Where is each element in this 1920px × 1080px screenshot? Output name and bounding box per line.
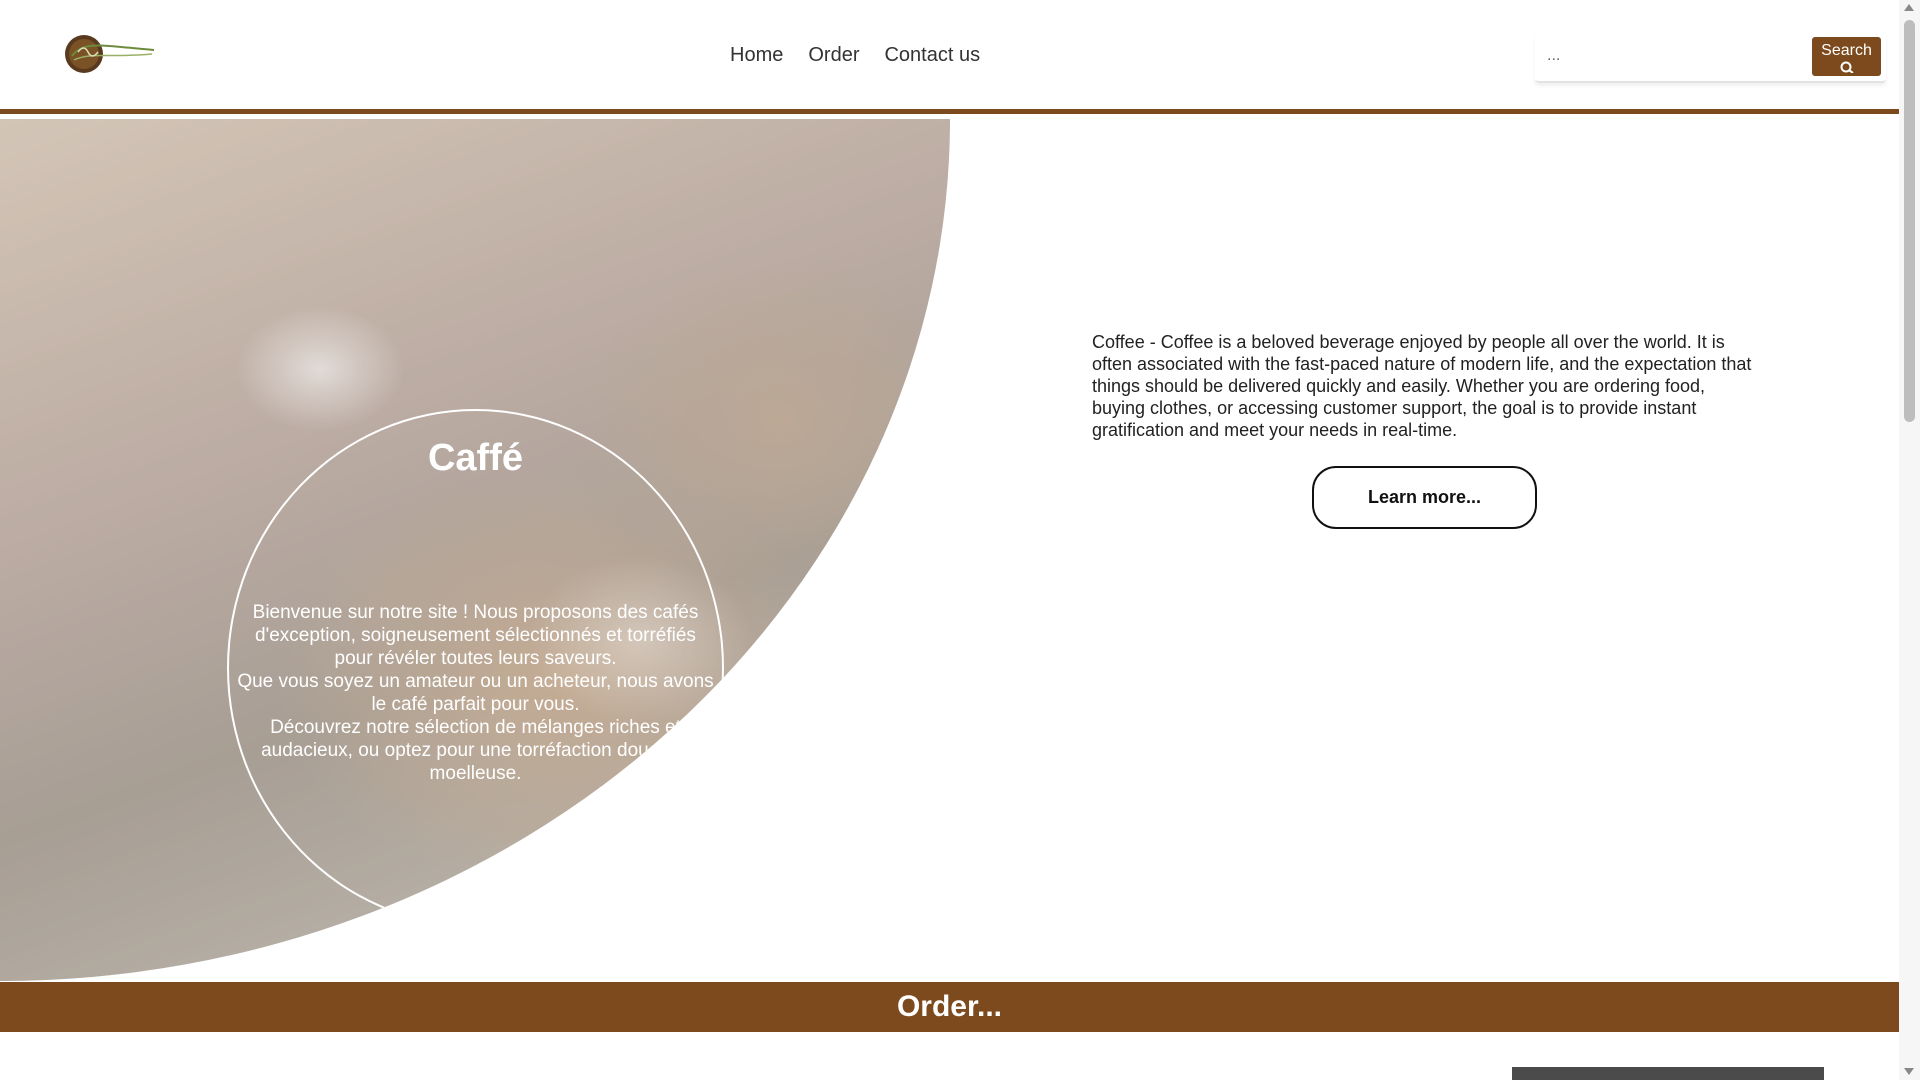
search-icon: [1840, 61, 1854, 73]
order-card-top: [1512, 1067, 1824, 1080]
search-button[interactable]: Search: [1812, 37, 1881, 76]
site-header: Home Order Contact us Search: [0, 0, 1899, 114]
nav-order[interactable]: Order: [808, 44, 859, 67]
hero-title: Caffé: [427, 437, 524, 479]
search-bar: Search: [1535, 34, 1886, 83]
order-section-title: Order...: [896, 990, 1003, 1023]
nav-home[interactable]: Home: [730, 44, 783, 67]
caffe-logo[interactable]: [64, 32, 160, 76]
hero-text-line: Bienvenue sur notre site ! Nous proposon…: [252, 602, 699, 669]
logo-icon: [65, 35, 155, 73]
hero-text-line: Que vous soyez un amateur ou un acheteur…: [237, 671, 714, 715]
order-section-banner: Order...: [0, 982, 1899, 1032]
hero-text-line: Découvrez notre sélection de mélanges ri…: [261, 717, 690, 784]
coffee-description: Coffee - Coffee is a beloved beverage en…: [1092, 332, 1752, 440]
nav-contact-us[interactable]: Contact us: [884, 44, 980, 67]
hero-welcome-text: Bienvenue sur notre site ! Nous proposon…: [235, 601, 716, 785]
scrollbar-thumb[interactable]: [1904, 20, 1915, 422]
search-input[interactable]: [1545, 40, 1795, 72]
scroll-up-icon[interactable]: [1904, 4, 1914, 11]
learn-more-button[interactable]: Learn more...: [1312, 466, 1537, 529]
main-nav: Home Order Contact us: [730, 44, 980, 67]
search-button-label: Search: [1821, 42, 1872, 59]
scroll-down-icon[interactable]: [1904, 1068, 1914, 1075]
hero-coffee-image: Caffé Bienvenue sur notre site ! Nous pr…: [0, 119, 950, 981]
page-scrollbar[interactable]: [1899, 0, 1920, 1080]
